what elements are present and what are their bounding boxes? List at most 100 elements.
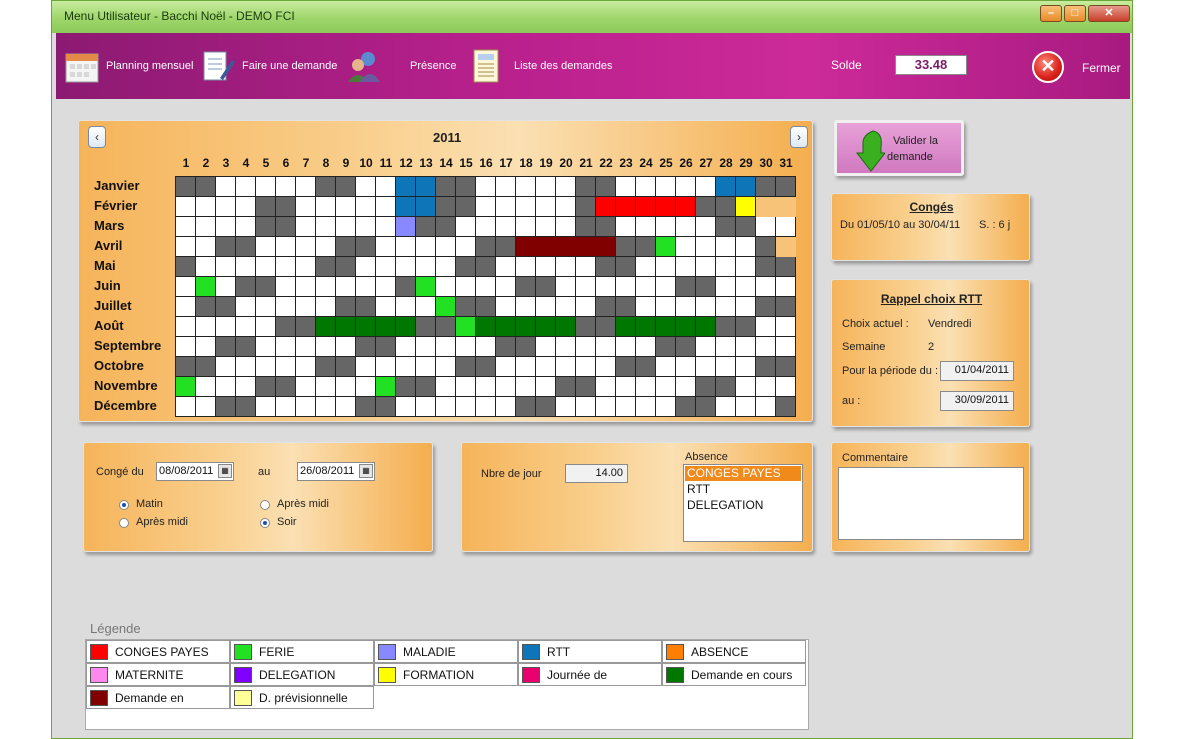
day-cell[interactable] (475, 256, 496, 277)
day-cell[interactable] (455, 176, 476, 197)
day-cell[interactable] (615, 236, 636, 257)
day-cell[interactable] (635, 216, 656, 237)
day-cell[interactable] (715, 336, 736, 357)
day-cell[interactable] (375, 276, 396, 297)
day-cell[interactable] (735, 276, 756, 297)
day-cell[interactable] (215, 276, 236, 297)
day-cell[interactable] (175, 256, 196, 277)
day-cell[interactable] (235, 376, 256, 397)
day-cell[interactable] (235, 296, 256, 317)
day-cell[interactable] (435, 376, 456, 397)
day-cell[interactable] (195, 236, 216, 257)
day-cell[interactable] (355, 276, 376, 297)
day-cell[interactable] (315, 336, 336, 357)
faire-demande-button[interactable]: Faire une demande (200, 33, 337, 99)
day-cell[interactable] (455, 356, 476, 377)
day-cell[interactable] (655, 316, 676, 337)
day-cell[interactable] (735, 336, 756, 357)
day-cell[interactable] (175, 356, 196, 377)
day-cell[interactable] (315, 256, 336, 277)
day-cell[interactable] (635, 256, 656, 277)
day-cell[interactable] (235, 216, 256, 237)
day-cell[interactable] (495, 396, 516, 417)
day-cell[interactable] (595, 356, 616, 377)
day-cell[interactable] (295, 176, 316, 197)
day-cell[interactable] (615, 396, 636, 417)
day-cell[interactable] (195, 316, 216, 337)
day-cell[interactable] (675, 296, 696, 317)
day-cell[interactable] (735, 296, 756, 317)
day-cell[interactable] (395, 276, 416, 297)
day-cell[interactable] (275, 296, 296, 317)
day-cell[interactable] (435, 356, 456, 377)
day-cell[interactable] (195, 396, 216, 417)
day-cell[interactable] (215, 396, 236, 417)
day-cell[interactable] (315, 356, 336, 377)
day-cell[interactable] (435, 396, 456, 417)
day-cell[interactable] (195, 196, 216, 217)
day-cell[interactable] (235, 316, 256, 337)
day-cell[interactable] (235, 176, 256, 197)
day-cell[interactable] (575, 356, 596, 377)
day-cell[interactable] (575, 256, 596, 277)
day-cell[interactable] (735, 376, 756, 397)
day-cell[interactable] (415, 356, 436, 377)
day-cell[interactable] (395, 236, 416, 257)
date-au-field[interactable]: 26/08/2011 ▦ (297, 462, 375, 481)
day-cell[interactable] (715, 196, 736, 217)
day-cell[interactable] (735, 256, 756, 277)
day-cell[interactable] (255, 176, 276, 197)
day-cell[interactable] (755, 276, 776, 297)
day-cell[interactable] (255, 256, 276, 277)
day-cell[interactable] (515, 276, 536, 297)
day-cell[interactable] (655, 236, 676, 257)
day-cell[interactable] (755, 256, 776, 277)
day-cell[interactable] (195, 256, 216, 277)
day-cell[interactable] (215, 356, 236, 377)
day-cell[interactable] (415, 196, 436, 217)
day-cell[interactable] (515, 176, 536, 197)
day-cell[interactable] (455, 196, 476, 217)
day-cell[interactable] (775, 296, 796, 317)
day-cell[interactable] (195, 216, 216, 237)
day-cell[interactable] (755, 376, 776, 397)
day-cell[interactable] (495, 336, 516, 357)
day-cell[interactable] (695, 376, 716, 397)
day-cell[interactable] (415, 296, 436, 317)
day-cell[interactable] (275, 216, 296, 237)
day-cell[interactable] (735, 216, 756, 237)
day-cell[interactable] (555, 256, 576, 277)
day-cell[interactable] (375, 196, 396, 217)
day-cell[interactable] (335, 216, 356, 237)
day-cell[interactable] (515, 336, 536, 357)
day-cell[interactable] (435, 296, 456, 317)
day-cell[interactable] (215, 376, 236, 397)
day-cell[interactable] (655, 256, 676, 277)
presence-button[interactable]: Présence (346, 33, 456, 99)
day-cell[interactable] (195, 276, 216, 297)
day-cell[interactable] (695, 356, 716, 377)
day-cell[interactable] (335, 276, 356, 297)
day-cell[interactable] (435, 256, 456, 277)
day-cell[interactable] (315, 396, 336, 417)
day-cell[interactable] (455, 276, 476, 297)
day-cell[interactable] (455, 316, 476, 337)
day-cell[interactable] (295, 316, 316, 337)
day-cell[interactable] (215, 256, 236, 277)
day-cell[interactable] (335, 256, 356, 277)
day-cell[interactable] (495, 216, 516, 237)
day-cell[interactable] (675, 236, 696, 257)
day-cell[interactable] (295, 396, 316, 417)
day-cell[interactable] (315, 316, 336, 337)
day-cell[interactable] (315, 176, 336, 197)
day-cell[interactable] (275, 276, 296, 297)
day-cell[interactable] (515, 316, 536, 337)
day-cell[interactable] (255, 396, 276, 417)
day-cell[interactable] (255, 216, 276, 237)
day-cell[interactable] (555, 296, 576, 317)
day-cell[interactable] (715, 216, 736, 237)
day-cell[interactable] (375, 396, 396, 417)
day-cell[interactable] (355, 316, 376, 337)
day-cell[interactable] (715, 276, 736, 297)
day-cell[interactable] (355, 256, 376, 277)
